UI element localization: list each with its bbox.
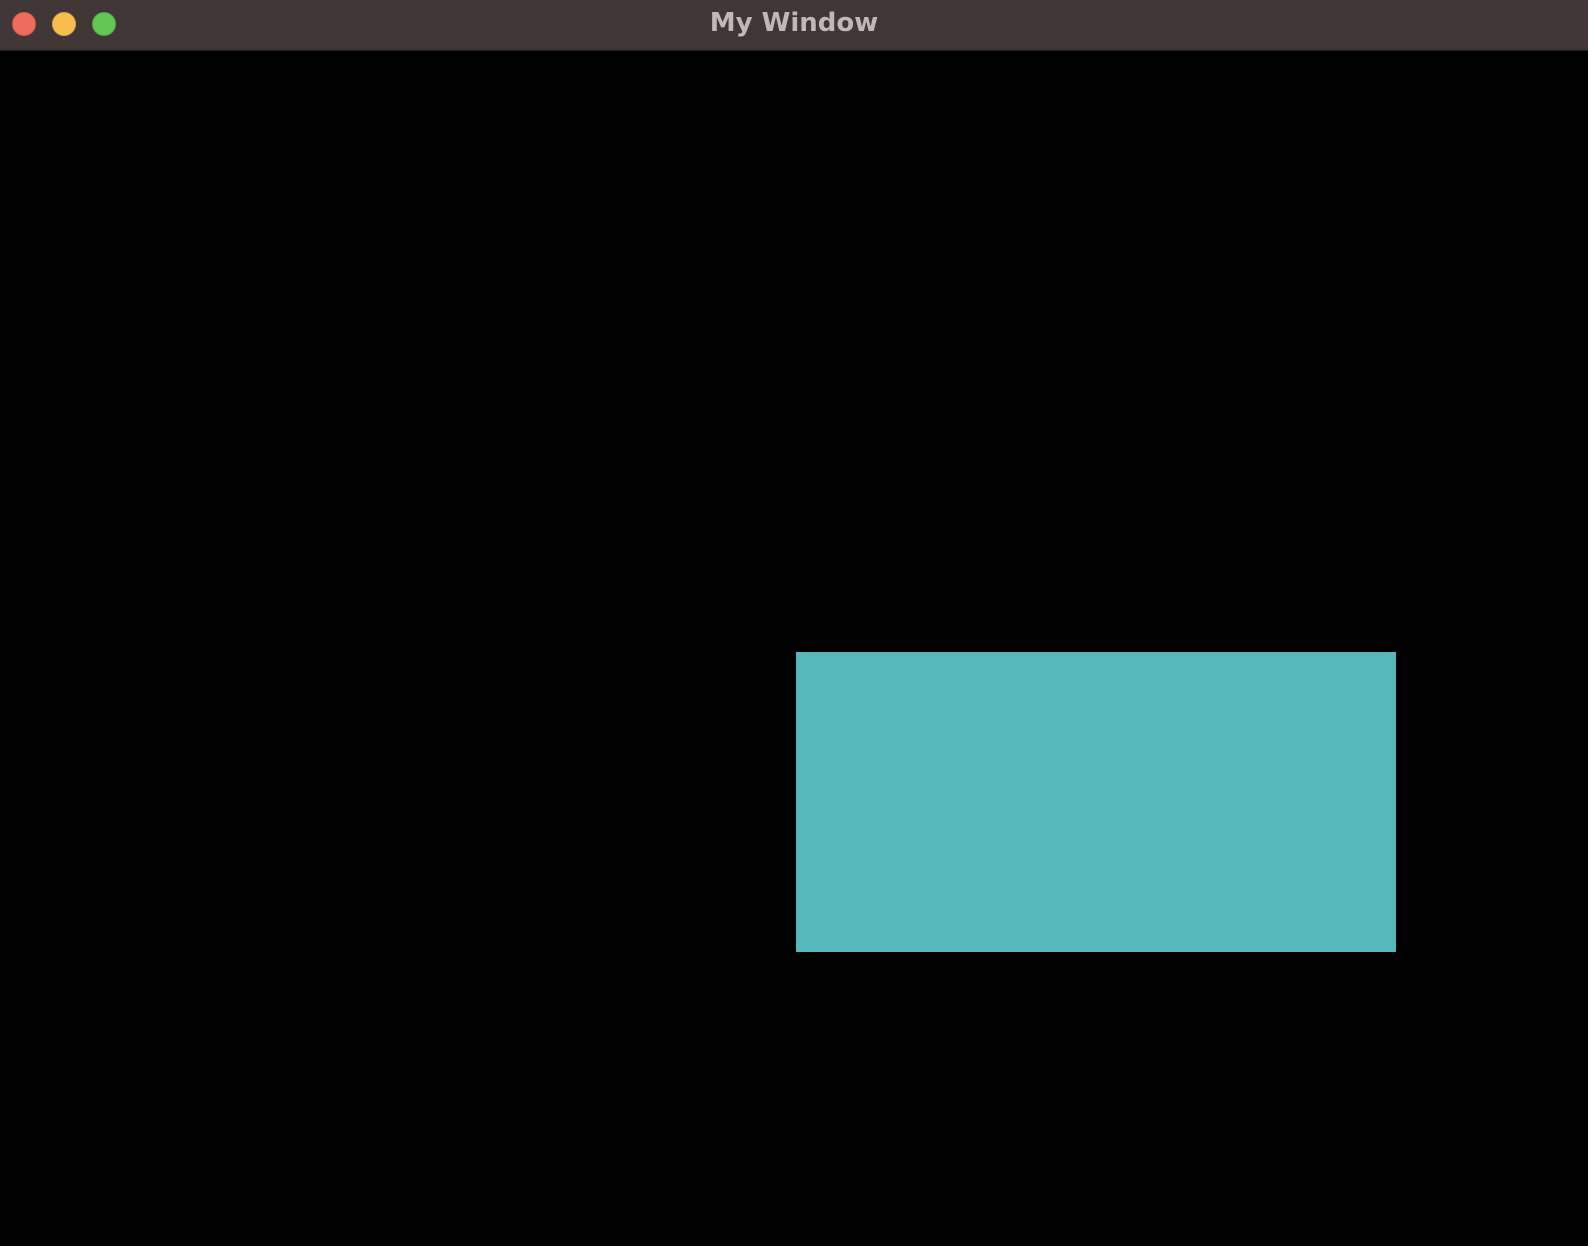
teal-rectangle: [796, 652, 1396, 952]
app-window: My Window: [0, 0, 1588, 1246]
canvas-area: [0, 51, 1588, 1246]
title-bar[interactable]: My Window: [0, 0, 1588, 51]
window-title: My Window: [709, 8, 879, 38]
